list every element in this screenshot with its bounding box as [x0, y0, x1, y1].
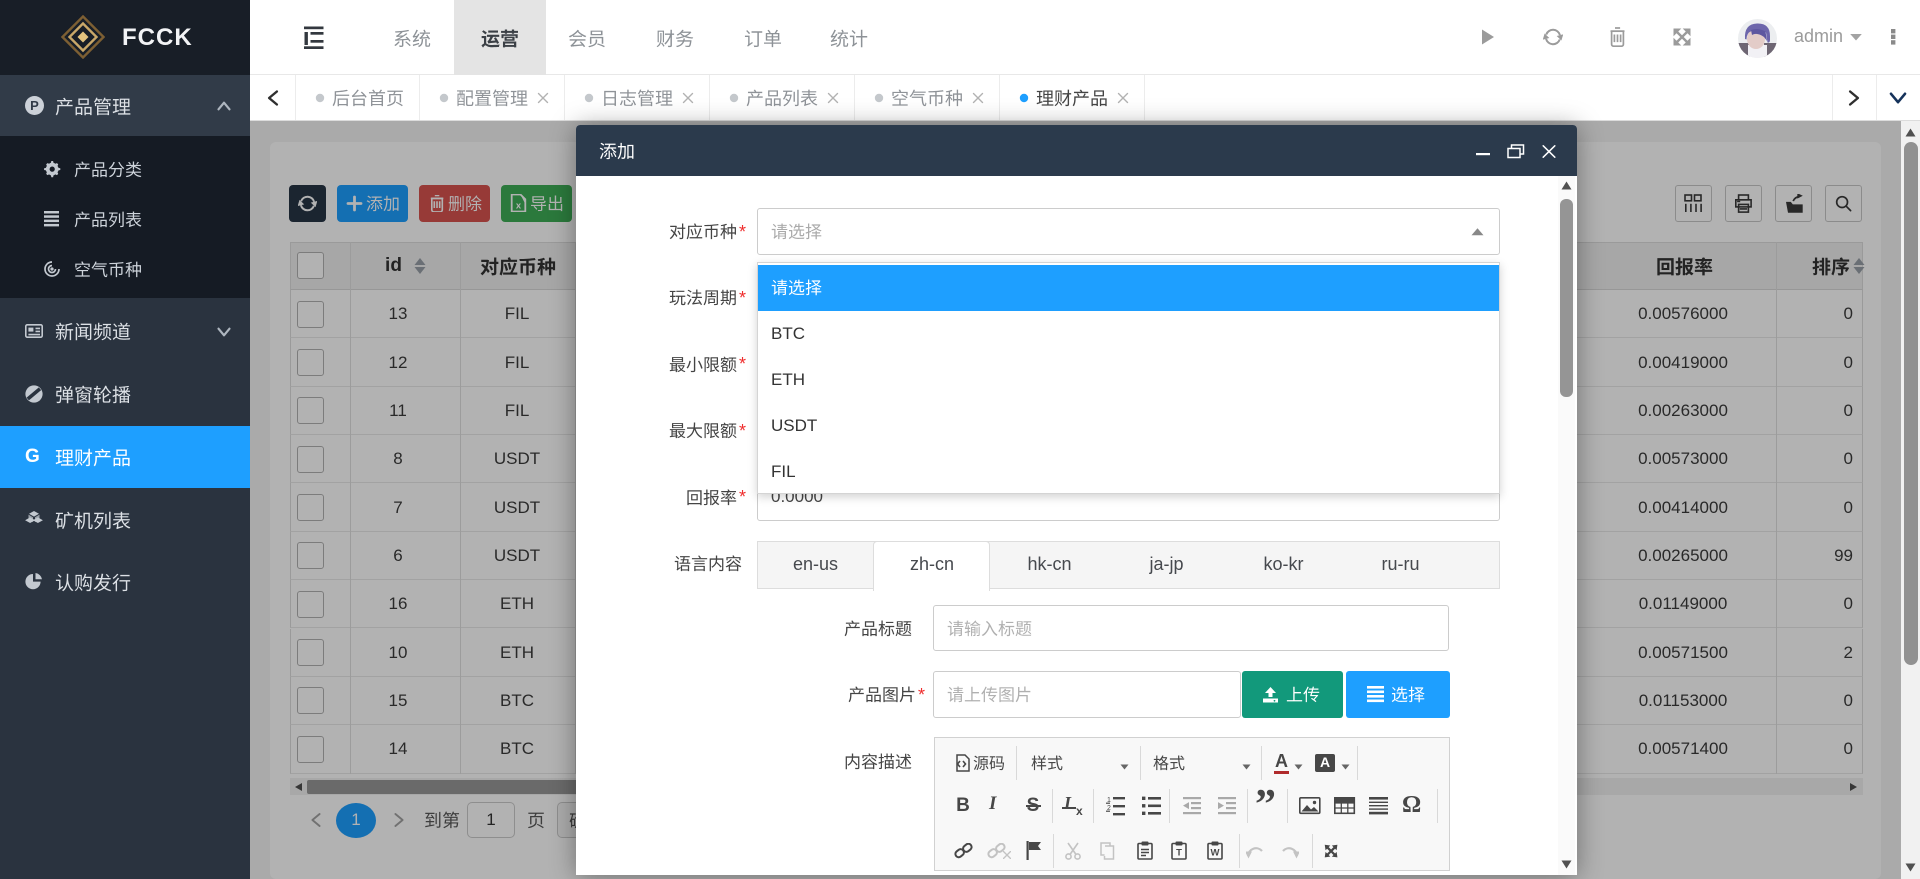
svg-text:W: W: [1211, 848, 1220, 859]
svg-text:P: P: [30, 98, 39, 113]
svg-text:T: T: [1176, 848, 1182, 859]
